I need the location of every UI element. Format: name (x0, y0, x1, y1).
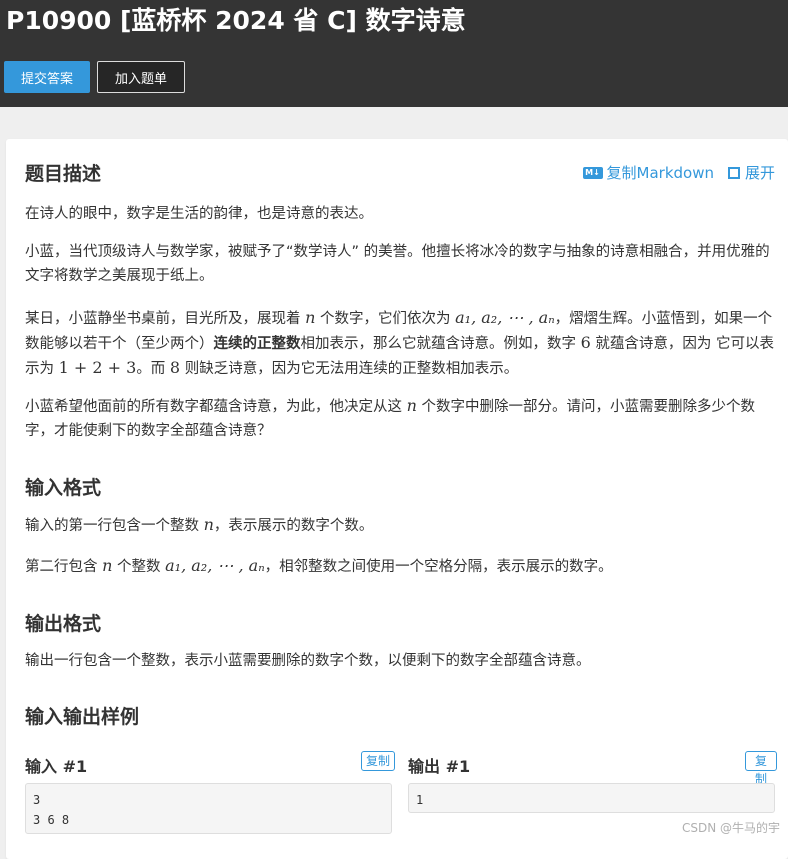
description-paragraph-2: 小蓝，当代顶级诗人与数学家，被赋予了“数学诗人” 的美誉。他擅长将冰冷的数字与抽… (25, 244, 770, 284)
math-sequence: a₁, a₂, ⋯ , aₙ (455, 308, 555, 327)
output-format-heading: 输出格式 (25, 613, 102, 635)
expand-label: 展开 (744, 164, 775, 182)
problem-card: 题目描述 在诗人的眼中，数字是生活的韵律，也是诗意的表达。 小蓝，当代顶级诗人与… (6, 139, 788, 859)
problem-tools: M↓ 复制Markdown 展开 (582, 162, 775, 183)
input-format-paragraph-2: 第二行包含 n 个整数 a₁, a₂, ⋯ , aₙ，相邻整数之间使用一个空格分… (25, 556, 613, 575)
add-to-list-button[interactable]: 加入题单 (97, 61, 185, 93)
math-sequence: a₁, a₂, ⋯ , aₙ (165, 556, 265, 575)
page-header: P10900 [蓝桥杯 2024 省 C] 数字诗意 提交答案 加入题单 (0, 0, 788, 107)
math-expression: 1 + 2 + 3 (58, 358, 137, 377)
input-format-heading: 输入格式 (25, 477, 102, 499)
description-paragraph-4: 小蓝希望他面前的所有数字都蕴含诗意，为此，他决定从这 n 个数字中删除一部分。请… (25, 396, 756, 439)
sample-output-box[interactable]: 1 (408, 783, 775, 813)
math-six: 6 (580, 333, 591, 352)
copy-markdown-link[interactable]: M↓ 复制Markdown (582, 162, 714, 183)
description-paragraph-1: 在诗人的眼中，数字是生活的韵律，也是诗意的表达。 (25, 206, 373, 222)
samples-heading: 输入输出样例 (25, 706, 140, 728)
description-paragraph-3: 某日，小蓝静坐书桌前，目光所及，展现着 n 个数字，它们依次为 a₁, a₂, … (25, 308, 775, 377)
bold-consecutive-integers: 连续的正整数 (213, 336, 301, 352)
sample-output-label: 输出 #1 (408, 757, 471, 776)
copy-markdown-label: 复制Markdown (606, 164, 714, 182)
problem-title: P10900 [蓝桥杯 2024 省 C] 数字诗意 (6, 6, 466, 35)
math-n: n (102, 556, 113, 575)
expand-icon (727, 166, 740, 179)
math-n: n (203, 515, 214, 534)
math-n: n (406, 396, 417, 415)
markdown-icon: M↓ (582, 166, 603, 179)
math-eight: 8 (169, 358, 181, 377)
sample-input-box[interactable]: 3 3 6 8 (25, 783, 392, 834)
submit-answer-button[interactable]: 提交答案 (4, 61, 90, 93)
input-format-paragraph-1: 输入的第一行包含一个整数 n，表示展示的数字个数。 (25, 515, 374, 534)
sample-input-label: 输入 #1 (25, 757, 88, 776)
description-heading: 题目描述 (25, 163, 102, 185)
copy-output-button[interactable]: 复制 (745, 751, 777, 786)
expand-link[interactable]: 展开 (714, 162, 775, 183)
watermark: CSDN @牛马的宇 (681, 821, 780, 835)
math-n: n (305, 308, 316, 327)
copy-input-button[interactable]: 复制 (361, 751, 396, 771)
output-format-paragraph: 输出一行包含一个整数，表示小蓝需要删除的数字个数，以便剩下的数字全部蕴含诗意。 (25, 653, 591, 669)
